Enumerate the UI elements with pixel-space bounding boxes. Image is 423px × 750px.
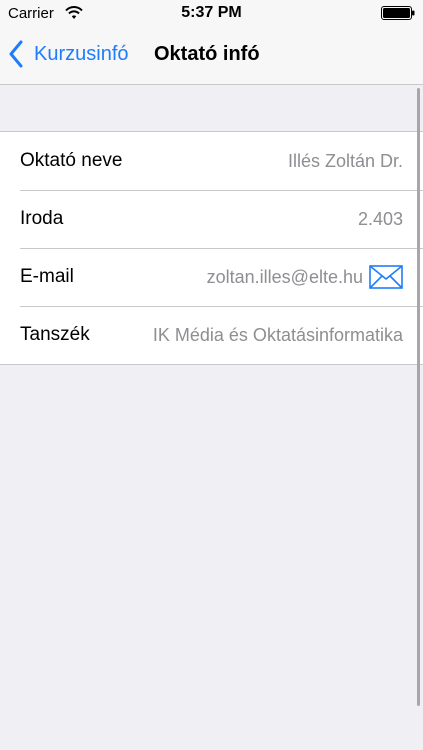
row-label: Iroda	[20, 208, 64, 229]
row-value: 2.403	[357, 208, 403, 229]
table-row-instructor-name: Oktató neve Illés Zoltán Dr.	[0, 132, 423, 190]
mail-icon[interactable]	[369, 265, 403, 289]
page-title: Oktató infó	[154, 43, 260, 65]
row-value: Illés Zoltán Dr.	[287, 150, 403, 171]
navigation-bar: Kurzusinfó Oktató infó	[0, 26, 423, 85]
chevron-left-icon	[9, 40, 23, 68]
status-time: 5:37 PM	[181, 4, 242, 21]
row-label: Oktató neve	[20, 150, 123, 171]
row-label: Tanszék	[20, 324, 90, 345]
table-row-department: Tanszék IK Média és Oktatásinformatika	[0, 306, 423, 364]
status-bar: Carrier 5:37 PM	[0, 0, 423, 26]
table-row-email[interactable]: E-mail zoltan.illes@elte.hu	[0, 248, 423, 306]
table-row-office: Iroda 2.403	[0, 190, 423, 248]
scrollbar[interactable]	[417, 88, 420, 706]
info-table: Oktató neve Illés Zoltán Dr. Iroda 2.403…	[0, 131, 423, 365]
email-value: zoltan.illes@elte.hu	[206, 266, 363, 287]
back-button[interactable]: Kurzusinfó	[8, 38, 129, 70]
row-label: E-mail	[20, 266, 74, 287]
row-value: IK Média és Oktatásinformatika	[152, 324, 403, 345]
battery-icon	[381, 6, 415, 20]
back-button-label: Kurzusinfó	[34, 42, 129, 65]
